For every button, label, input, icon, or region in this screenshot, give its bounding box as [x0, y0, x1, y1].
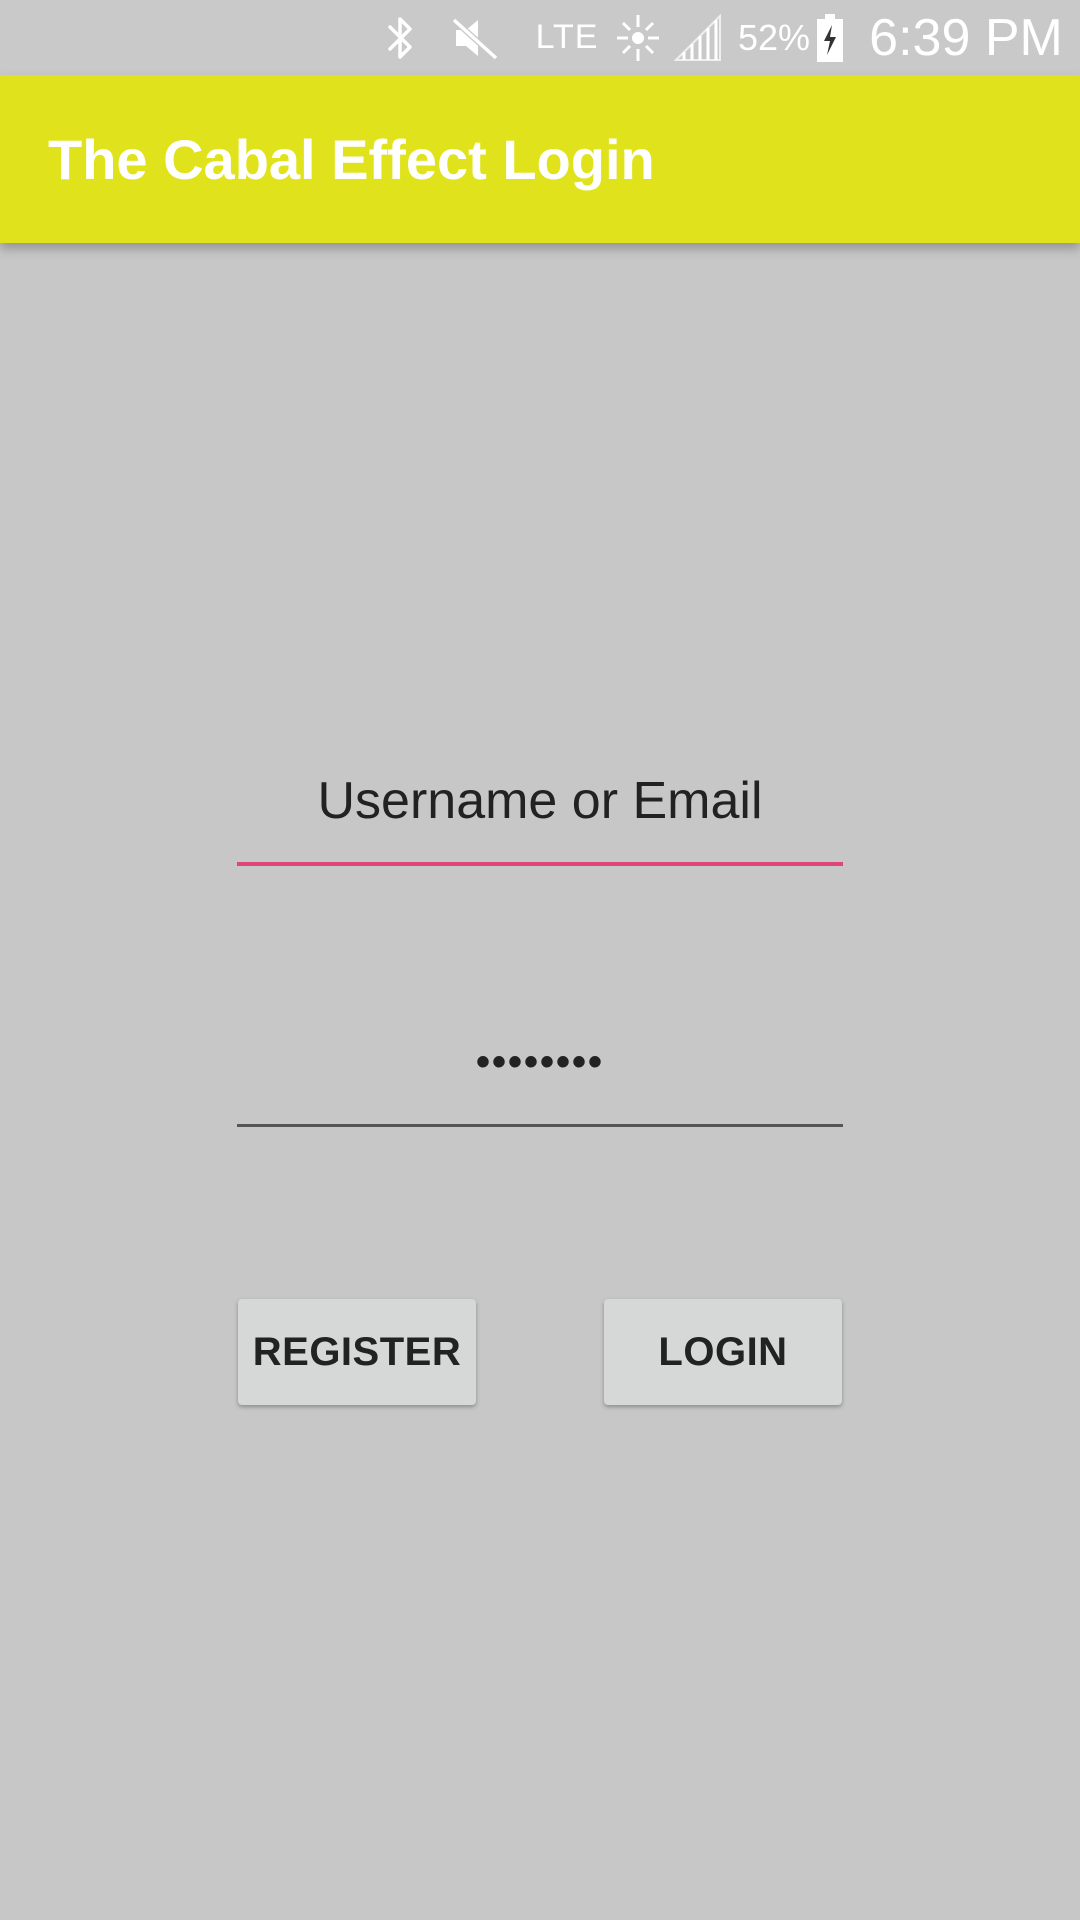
- sync-icon: [612, 0, 664, 75]
- mute-icon: [448, 0, 502, 75]
- battery-percent: 52%: [737, 16, 811, 58]
- status-bar: LTE 52% 6:39 PM: [0, 0, 1080, 75]
- register-button[interactable]: REGISTER: [238, 1299, 476, 1405]
- bluetooth-icon: [380, 0, 422, 75]
- login-button[interactable]: LOGIN: [604, 1299, 842, 1405]
- battery-charging-icon: [812, 0, 848, 75]
- page-title: The Cabal Effect Login: [48, 127, 655, 191]
- signal-icon: [672, 0, 724, 75]
- username-field[interactable]: Username or Email: [237, 756, 843, 866]
- clock: 6:39 PM: [869, 8, 1063, 67]
- username-underline: [237, 862, 843, 866]
- login-screen: LTE 52% 6:39 PM The Cabal Effect Login U…: [0, 0, 1080, 1920]
- password-field[interactable]: ••••••••: [237, 1017, 843, 1127]
- password-input[interactable]: ••••••••: [237, 1017, 843, 1107]
- app-bar: The Cabal Effect Login: [0, 75, 1080, 243]
- password-underline: [237, 1124, 843, 1127]
- username-input[interactable]: Username or Email: [237, 756, 843, 846]
- network-type: LTE: [535, 18, 599, 56]
